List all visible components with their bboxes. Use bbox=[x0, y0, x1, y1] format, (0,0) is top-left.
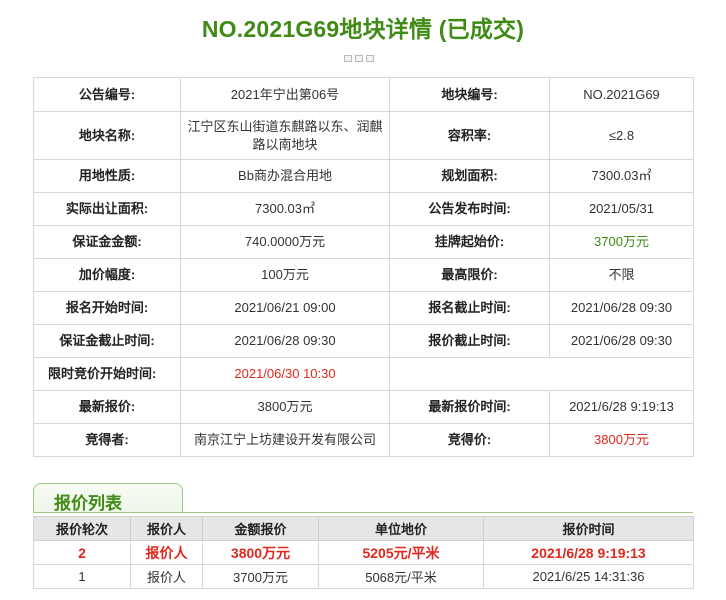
increment-value: 100万元 bbox=[180, 258, 390, 292]
parcel-number-value: NO.2021G69 bbox=[549, 77, 694, 112]
registration-start-label: 报名开始时间: bbox=[33, 291, 181, 325]
bid-deadline-value: 2021/06/28 09:30 bbox=[549, 324, 694, 358]
parcel-number-label: 地块编号: bbox=[389, 77, 550, 112]
latest-bid-time-value: 2021/6/28 9:19:13 bbox=[549, 390, 694, 424]
land-use-label: 用地性质: bbox=[33, 159, 181, 193]
land-use-value: Bb商办混合用地 bbox=[180, 159, 390, 193]
bid-list-tab[interactable]: 报价列表 bbox=[33, 483, 183, 513]
bid-amount: 3700万元 bbox=[202, 564, 319, 589]
divider-square-icon bbox=[355, 55, 363, 62]
detail-row: 限时竞价开始时间: 2021/06/30 10:30 bbox=[33, 357, 694, 391]
winner-label: 竞得者: bbox=[33, 423, 181, 457]
announcement-number-value: 2021年宁出第06号 bbox=[180, 77, 390, 112]
bid-round: 2 bbox=[33, 540, 131, 565]
timed-bidding-start-value: 2021/06/30 10:30 bbox=[180, 357, 390, 391]
winning-price-value: 3800万元 bbox=[549, 423, 694, 457]
price-cap-label: 最高限价: bbox=[389, 258, 550, 292]
deposit-amount-label: 保证金金额: bbox=[33, 225, 181, 259]
bid-time: 2021/6/25 14:31:36 bbox=[483, 564, 694, 589]
planned-area-label: 规划面积: bbox=[389, 159, 550, 193]
land-detail-table: 公告编号: 2021年宁出第06号 地块编号: NO.2021G69 地块名称:… bbox=[33, 77, 694, 457]
detail-row: 实际出让面积: 7300.03㎡ 公告发布时间: 2021/05/31 bbox=[33, 192, 694, 226]
timed-bidding-start-label: 限时竞价开始时间: bbox=[33, 357, 181, 391]
deposit-amount-value: 740.0000万元 bbox=[180, 225, 390, 259]
bid-unit-price: 5068元/平米 bbox=[318, 564, 484, 589]
registration-end-label: 报名截止时间: bbox=[389, 291, 550, 325]
registration-end-value: 2021/06/28 09:30 bbox=[549, 291, 694, 325]
winning-price-label: 竞得价: bbox=[389, 423, 550, 457]
bid-bidder: 报价人 bbox=[130, 564, 203, 589]
column-header-amount: 金额报价 bbox=[202, 516, 319, 541]
divider-square-icon bbox=[344, 55, 352, 62]
plot-ratio-label: 容积率: bbox=[389, 111, 550, 160]
starting-price-label: 挂牌起始价: bbox=[389, 225, 550, 259]
bid-deadline-label: 报价截止时间: bbox=[389, 324, 550, 358]
registration-start-value: 2021/06/21 09:00 bbox=[180, 291, 390, 325]
latest-bid-time-label: 最新报价时间: bbox=[389, 390, 550, 424]
detail-row: 保证金金额: 740.0000万元 挂牌起始价: 3700万元 bbox=[33, 225, 694, 259]
latest-bid-value: 3800万元 bbox=[180, 390, 390, 424]
detail-row: 用地性质: Bb商办混合用地 规划面积: 7300.03㎡ bbox=[33, 159, 694, 193]
bid-unit-price: 5205元/平米 bbox=[318, 540, 484, 565]
title-divider-dots bbox=[344, 55, 374, 63]
plot-ratio-value: ≤2.8 bbox=[549, 111, 694, 160]
parcel-name-value: 江宁区东山街道东麒路以东、润麒路以南地块 bbox=[180, 111, 390, 160]
table-row: 2 报价人 3800万元 5205元/平米 2021/6/28 9:19:13 bbox=[33, 540, 694, 565]
deposit-deadline-value: 2021/06/28 09:30 bbox=[180, 324, 390, 358]
empty-cell bbox=[389, 357, 694, 391]
winner-value: 南京江宁上坊建设开发有限公司 bbox=[180, 423, 390, 457]
divider-square-icon bbox=[366, 55, 374, 62]
page-title: NO.2021G69地块详情 (已成交) bbox=[201, 16, 525, 42]
publish-date-value: 2021/05/31 bbox=[549, 192, 694, 226]
actual-area-label: 实际出让面积: bbox=[33, 192, 181, 226]
latest-bid-label: 最新报价: bbox=[33, 390, 181, 424]
starting-price-value: 3700万元 bbox=[549, 225, 694, 259]
bid-list-header-row: 报价轮次 报价人 金额报价 单位地价 报价时间 bbox=[33, 516, 694, 541]
planned-area-value: 7300.03㎡ bbox=[549, 159, 694, 193]
bid-list-title: 报价列表 bbox=[54, 494, 122, 513]
detail-row: 竞得者: 南京江宁上坊建设开发有限公司 竞得价: 3800万元 bbox=[33, 423, 694, 457]
actual-area-value: 7300.03㎡ bbox=[180, 192, 390, 226]
increment-label: 加价幅度: bbox=[33, 258, 181, 292]
price-cap-value: 不限 bbox=[549, 258, 694, 292]
detail-row: 保证金截止时间: 2021/06/28 09:30 报价截止时间: 2021/0… bbox=[33, 324, 694, 358]
bid-amount: 3800万元 bbox=[202, 540, 319, 565]
bid-round: 1 bbox=[33, 564, 131, 589]
deposit-deadline-label: 保证金截止时间: bbox=[33, 324, 181, 358]
publish-date-label: 公告发布时间: bbox=[389, 192, 550, 226]
column-header-bidder: 报价人 bbox=[130, 516, 203, 541]
column-header-unit-price: 单位地价 bbox=[318, 516, 484, 541]
table-row: 1 报价人 3700万元 5068元/平米 2021/6/25 14:31:36 bbox=[33, 564, 694, 589]
bid-list-table: 报价轮次 报价人 金额报价 单位地价 报价时间 2 报价人 3800万元 520… bbox=[33, 516, 694, 589]
detail-row: 公告编号: 2021年宁出第06号 地块编号: NO.2021G69 bbox=[33, 77, 694, 112]
detail-row: 加价幅度: 100万元 最高限价: 不限 bbox=[33, 258, 694, 292]
detail-row: 最新报价: 3800万元 最新报价时间: 2021/6/28 9:19:13 bbox=[33, 390, 694, 424]
column-header-round: 报价轮次 bbox=[33, 516, 131, 541]
bid-time: 2021/6/28 9:19:13 bbox=[483, 540, 694, 565]
bid-bidder: 报价人 bbox=[130, 540, 203, 565]
parcel-name-label: 地块名称: bbox=[33, 111, 181, 160]
detail-row: 地块名称: 江宁区东山街道东麒路以东、润麒路以南地块 容积率: ≤2.8 bbox=[33, 111, 694, 160]
announcement-number-label: 公告编号: bbox=[33, 77, 181, 112]
bid-list-divider bbox=[33, 512, 693, 513]
column-header-time: 报价时间 bbox=[483, 516, 694, 541]
detail-row: 报名开始时间: 2021/06/21 09:00 报名截止时间: 2021/06… bbox=[33, 291, 694, 325]
